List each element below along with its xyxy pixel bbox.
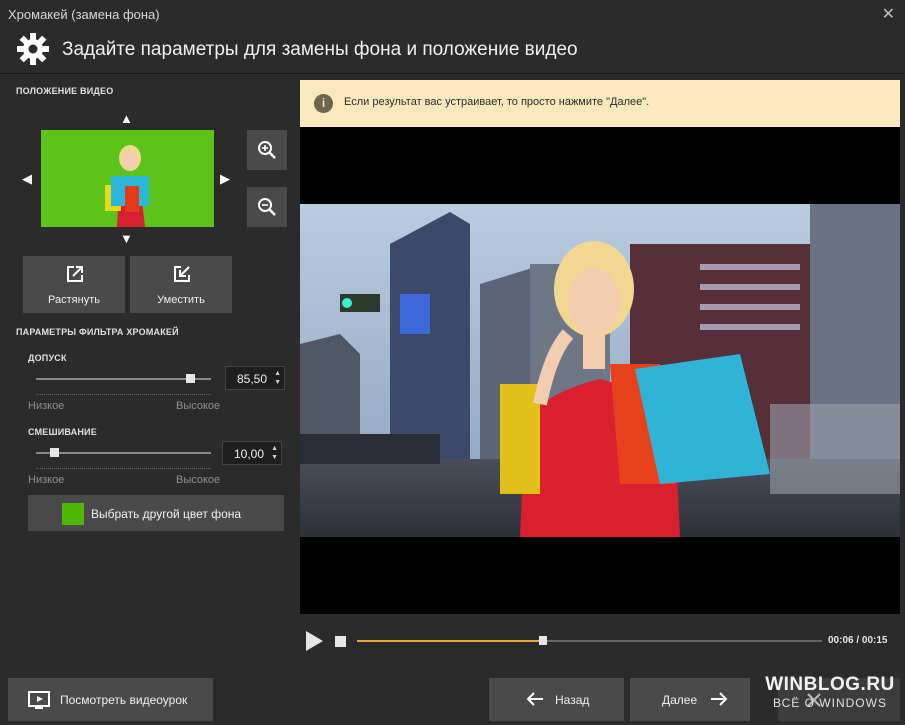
back-button[interactable]: Назад	[489, 678, 624, 721]
tolerance-high-label: Высокое	[176, 400, 221, 412]
move-up-arrow-icon[interactable]: ▲	[120, 112, 133, 125]
timecode: 00:06 / 00:15	[828, 635, 888, 646]
back-label: Назад	[555, 693, 590, 707]
stop-icon[interactable]	[335, 636, 346, 647]
seek-progress	[357, 640, 543, 642]
move-left-arrow-icon[interactable]: ◀	[22, 172, 32, 185]
video-play-icon	[28, 691, 50, 709]
choose-color-label: Выбрать другой цвет фона	[91, 507, 242, 521]
stretch-label: Растянуть	[48, 294, 100, 306]
arrow-right-icon	[711, 692, 728, 706]
color-swatch	[62, 503, 84, 525]
tolerance-slider[interactable]	[36, 378, 211, 380]
window-title: Хромакей (замена фона)	[8, 7, 160, 22]
play-icon[interactable]	[306, 631, 323, 651]
expand-icon	[67, 266, 83, 282]
watch-tutorial-label: Посмотреть видеоурок	[60, 693, 188, 707]
fit-label: Уместить	[157, 294, 205, 306]
fit-button[interactable]: Уместить	[130, 256, 232, 313]
info-message: Если результат вас устраивает, то просто…	[344, 96, 650, 108]
blend-slider[interactable]	[36, 452, 211, 454]
blend-low-label: Низкое	[28, 474, 65, 486]
zoom-in-button[interactable]	[247, 130, 287, 170]
blend-high-label: Высокое	[176, 474, 221, 486]
spinner-arrows-icon[interactable]: ▲ ▼	[274, 369, 281, 387]
filter-params-label: ПАРАМЕТРЫ ФИЛЬТРА ХРОМАКЕЙ	[16, 327, 179, 337]
next-button[interactable]: Далее	[630, 678, 750, 721]
blend-label: СМЕШИВАНИЕ	[28, 427, 97, 437]
tolerance-value: 85,50	[236, 372, 267, 386]
blend-scale	[36, 468, 211, 469]
close-icon[interactable]: ✕	[882, 4, 895, 24]
blend-input[interactable]: 10,00 ▲ ▼	[222, 441, 282, 465]
position-preview[interactable]	[41, 130, 214, 227]
next-label: Далее	[662, 693, 698, 707]
stretch-button[interactable]: Растянуть	[23, 256, 125, 313]
zoom-out-button[interactable]	[247, 187, 287, 227]
preview-panel: i Если результат вас устраивает, то прос…	[300, 80, 900, 670]
tolerance-low-label: Низкое	[28, 400, 65, 412]
tolerance-label: ДОПУСК	[28, 353, 67, 363]
spinner-arrows-icon[interactable]: ▲ ▼	[271, 444, 278, 462]
tolerance-scale	[36, 394, 211, 395]
preview-woman-image	[41, 130, 214, 227]
video-position-label: ПОЛОЖЕНИЕ ВИДЕО	[16, 86, 114, 96]
choose-background-color-button[interactable]: Выбрать другой цвет фона	[28, 495, 284, 531]
video-frame-image	[300, 204, 900, 537]
shrink-icon	[174, 266, 190, 282]
video-preview	[300, 204, 900, 537]
title-bar: Хромакей (замена фона) ✕	[0, 0, 905, 28]
info-banner: i Если результат вас устраивает, то прос…	[300, 80, 900, 127]
info-icon: i	[314, 94, 333, 113]
blend-value: 10,00	[233, 447, 264, 461]
watermark-site: WINBLOG.RU	[765, 674, 895, 695]
zoom-out-icon	[258, 198, 276, 216]
settings-panel: ПОЛОЖЕНИЕ ВИДЕО ▲ ◀ ▶ ▼ Растянуть Умести…	[0, 75, 298, 670]
move-down-arrow-icon[interactable]: ▼	[120, 232, 133, 245]
arrow-left-icon	[526, 692, 543, 706]
blend-slider-thumb[interactable]	[49, 448, 59, 457]
player-controls: 00:06 / 00:15	[300, 614, 900, 670]
tolerance-input[interactable]: 85,50 ▲ ▼	[225, 366, 285, 390]
tolerance-slider-thumb[interactable]	[186, 374, 195, 383]
gear-icon	[17, 33, 49, 65]
zoom-in-icon	[258, 141, 276, 159]
watermark-tagline: ВСЁ О WINDOWS	[773, 696, 887, 710]
seek-thumb[interactable]	[539, 636, 547, 645]
move-right-arrow-icon[interactable]: ▶	[220, 172, 230, 185]
watch-tutorial-button[interactable]: Посмотреть видеоурок	[8, 678, 213, 721]
page-title: Задайте параметры для замены фона и поло…	[62, 39, 578, 60]
watermark: WINBLOG.RU ВСЁ О WINDOWS	[760, 674, 900, 710]
page-header: Задайте параметры для замены фона и поло…	[0, 28, 905, 74]
